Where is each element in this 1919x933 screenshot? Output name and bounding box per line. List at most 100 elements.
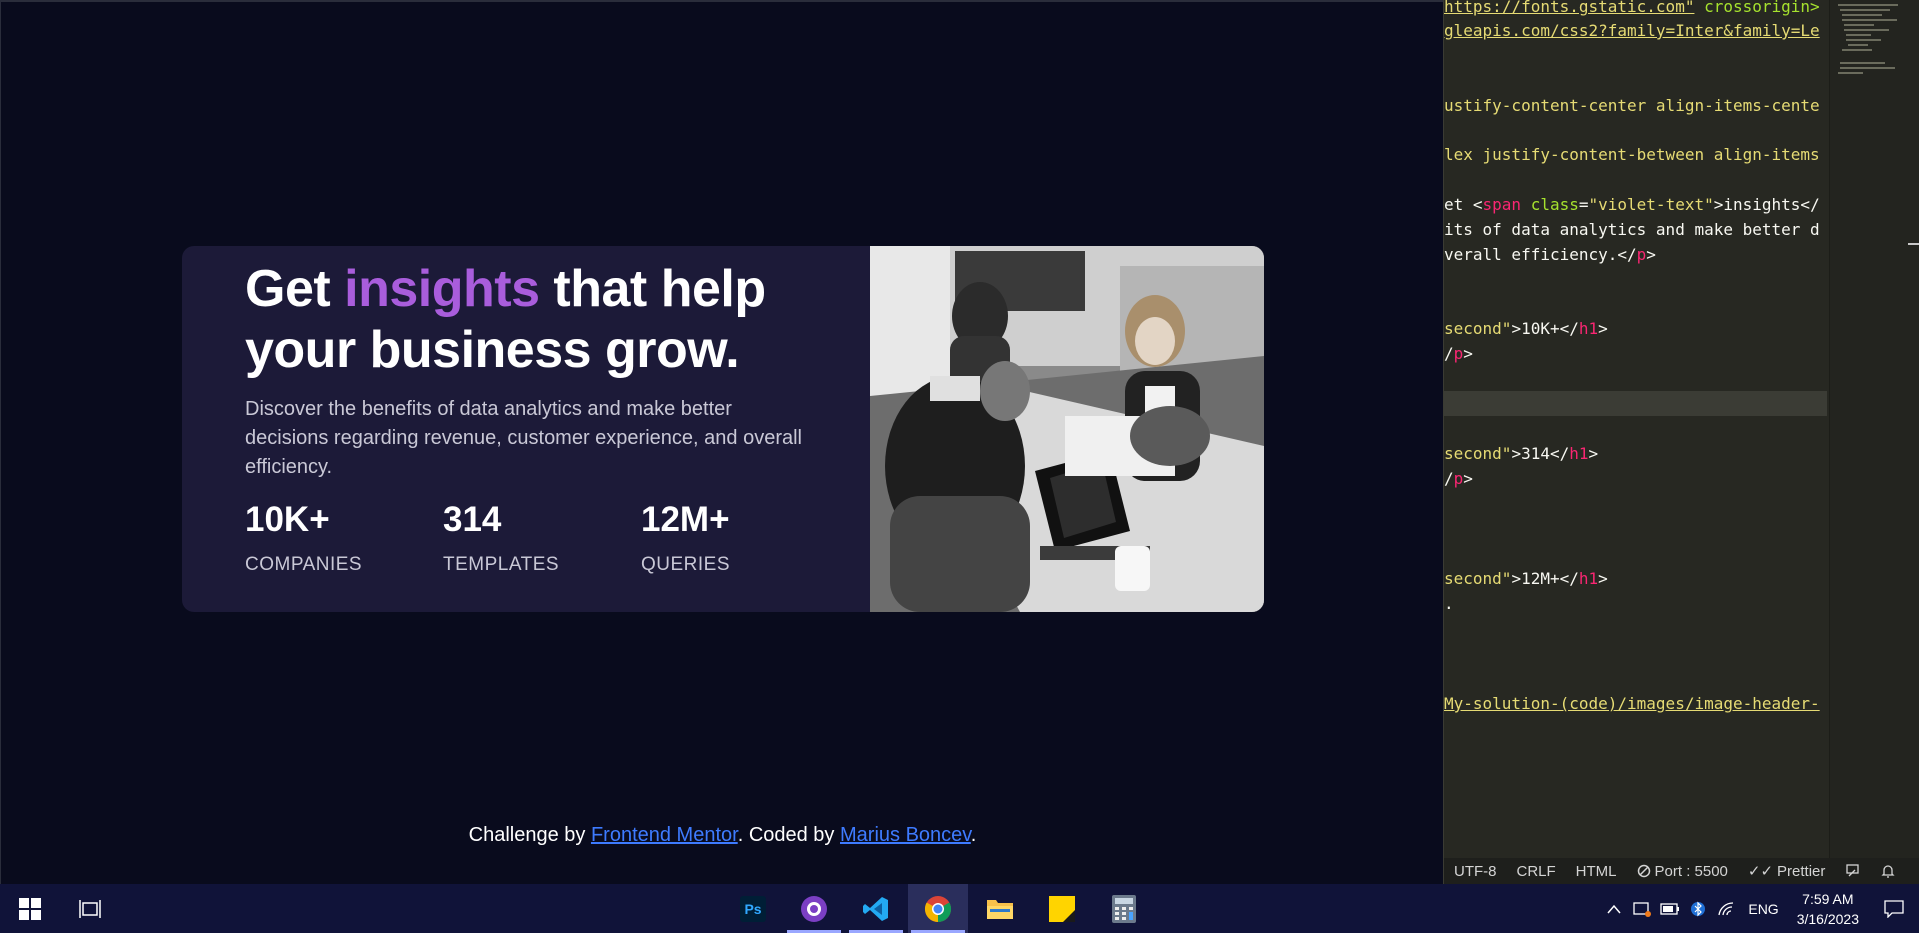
code-line: .	[1444, 591, 1454, 616]
stat-label: COMPANIES	[245, 554, 363, 575]
start-button[interactable]	[0, 884, 60, 933]
code-token: p	[1453, 344, 1464, 363]
chevron-up-icon[interactable]	[1600, 884, 1628, 933]
code-line: second">10K+</h1>	[1444, 316, 1608, 341]
headline-highlight: insights	[344, 260, 540, 318]
code-token: >insights</	[1713, 195, 1820, 214]
live-server-port[interactable]: Port : 5500	[1627, 863, 1738, 880]
stat-label: QUERIES	[641, 554, 731, 575]
code-token: /	[1444, 344, 1454, 363]
code-token: gleapis.com/css2?family=Inter&family=Le	[1444, 21, 1820, 40]
taskbar-calculator[interactable]	[1094, 884, 1154, 933]
code-token: >	[1588, 444, 1599, 463]
feedback-icon[interactable]	[1835, 863, 1871, 879]
code-token: p	[1453, 469, 1464, 488]
code-token: /	[1444, 469, 1454, 488]
taskbar-github-desktop[interactable]	[784, 884, 844, 933]
frontend-mentor-link[interactable]: Frontend Mentor	[591, 824, 738, 846]
bluetooth-icon[interactable]	[1684, 884, 1712, 933]
code-token: second"	[1444, 444, 1512, 463]
eol-status[interactable]: CRLF	[1507, 863, 1566, 880]
stat-value: 314	[443, 500, 502, 539]
sticky-note-icon	[1049, 895, 1075, 922]
code-line: /p>	[1444, 341, 1473, 366]
taskbar-vscode[interactable]	[846, 884, 906, 933]
code-view[interactable]: https://fonts.gstatic.com" crossorigin> …	[1444, 0, 1827, 858]
hero-description: Discover the benefits of data analytics …	[245, 398, 802, 478]
code-line: My-solution-(code)/images/image-header-	[1444, 691, 1820, 716]
clock-date: 3/16/2023	[1796, 910, 1859, 927]
github-icon	[801, 895, 827, 922]
battery-icon[interactable]	[1656, 884, 1684, 933]
stats-row: 10K+ COMPANIES 314 TEMPLATES 12M+ QUERIE…	[245, 500, 839, 576]
taskbar-chrome[interactable]	[908, 884, 968, 933]
vscode-icon	[863, 896, 888, 921]
taskbar-file-explorer[interactable]	[970, 884, 1030, 933]
code-token: verall efficiency.</	[1444, 245, 1637, 264]
header-image	[870, 246, 1264, 612]
author-link[interactable]: Marius Boncev	[840, 824, 971, 846]
stat-queries: 12M+ QUERIES	[641, 500, 839, 576]
code-line: verall efficiency.</p>	[1444, 242, 1656, 267]
scrollbar-marker	[1908, 243, 1919, 245]
clock-time: 7:59 AM	[1802, 890, 1854, 907]
code-token: >314</	[1511, 444, 1570, 463]
minimap[interactable]	[1829, 0, 1919, 858]
code-token: >	[1463, 344, 1473, 363]
office-photo	[870, 246, 1264, 612]
hero-headline: Get insights that help your business gro…	[245, 259, 845, 381]
code-token: My-solution-(code)/images/image-header-	[1444, 694, 1820, 713]
code-token: its of data analytics and make better d	[1444, 220, 1820, 239]
code-line-current	[1444, 391, 1827, 416]
ps-text: Ps	[744, 900, 762, 917]
taskbar-sticky-notes[interactable]	[1032, 884, 1092, 933]
encoding-status[interactable]: UTF-8	[1444, 863, 1507, 880]
notification-icon	[1884, 899, 1904, 918]
prettier-status[interactable]: ✓✓ Prettier	[1738, 862, 1836, 881]
taskbar-photoshop[interactable]: Ps	[723, 884, 783, 933]
card-text-section: Get insights that help your business gro…	[245, 259, 845, 482]
attribution-footer: Challenge by Frontend Mentor. Coded by M…	[1, 824, 1444, 847]
language-indicator[interactable]: ENG	[1740, 901, 1786, 917]
code-line: https://fonts.gstatic.com" crossorigin>	[1444, 0, 1820, 19]
code-token: second"	[1444, 319, 1512, 338]
prettier-label: Prettier	[1777, 862, 1826, 880]
wifi-icon[interactable]	[1712, 884, 1740, 933]
code-token: .	[1444, 594, 1454, 613]
chrome-icon	[924, 895, 952, 922]
headline-prefix: Get	[245, 260, 345, 318]
code-line: ustify-content-center align-items-cente	[1444, 93, 1820, 118]
windows-taskbar: Ps ENG 7:59 AM 3/16/2023	[0, 884, 1919, 933]
stat-value: 12M+	[641, 500, 730, 539]
clock[interactable]: 7:59 AM 3/16/2023	[1787, 889, 1869, 929]
double-check-icon: ✓✓	[1747, 863, 1774, 880]
code-token: >	[1646, 245, 1656, 264]
bell-icon[interactable]	[1871, 863, 1905, 879]
no-entry-icon	[1637, 864, 1650, 878]
update-icon[interactable]	[1628, 884, 1656, 933]
code-token: h1	[1578, 319, 1599, 338]
notifications-button[interactable]	[1869, 884, 1919, 933]
code-line: /p>	[1444, 466, 1473, 491]
stat-companies: 10K+ COMPANIES	[245, 500, 443, 576]
task-view-button[interactable]	[60, 884, 120, 933]
stat-templates: 314 TEMPLATES	[443, 500, 641, 576]
footer-middle: . Coded by	[737, 824, 840, 846]
code-token: https://fonts.gstatic.com"	[1444, 0, 1695, 16]
code-token: >	[1463, 469, 1473, 488]
task-view-icon	[79, 899, 101, 918]
windows-logo-icon	[19, 897, 41, 920]
code-token: >12M+</	[1511, 569, 1579, 588]
language-status[interactable]: HTML	[1566, 863, 1627, 880]
desktop: Get insights that help your business gro…	[0, 0, 1919, 933]
code-line: second">314</h1>	[1444, 441, 1598, 466]
footer-prefix: Challenge by	[468, 824, 591, 846]
code-line: its of data analytics and make better d	[1444, 217, 1820, 242]
code-token: ustify-content-center align-items-cente	[1444, 96, 1820, 115]
code-editor[interactable]: https://fonts.gstatic.com" crossorigin> …	[1443, 0, 1919, 884]
code-token: h1	[1578, 569, 1599, 588]
stat-label: TEMPLATES	[443, 554, 560, 575]
code-token: >	[1598, 319, 1608, 338]
calculator-icon	[1112, 894, 1136, 923]
code-token: >10K+</	[1511, 319, 1579, 338]
